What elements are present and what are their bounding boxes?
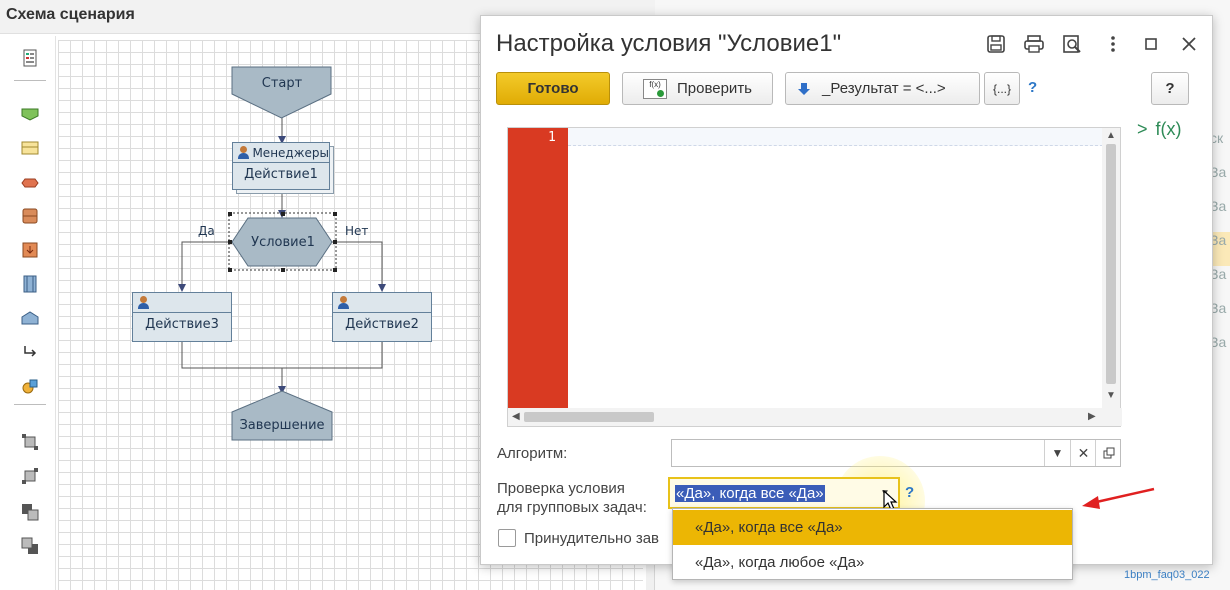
user-icon [337, 296, 350, 309]
background-row[interactable]: За [1210, 232, 1230, 266]
editor-vscroll-thumb[interactable] [1106, 144, 1116, 384]
editor-current-line[interactable] [568, 128, 1103, 146]
result-button[interactable]: _Результат = <...> [785, 72, 980, 105]
algorithm-open-icon[interactable] [1095, 440, 1121, 466]
arrow-down-icon [798, 82, 810, 95]
editor-vertical-scrollbar[interactable]: ▲ ▼ [1102, 128, 1120, 409]
background-row[interactable]: За [1210, 334, 1230, 368]
check-fx-icon: f(x) [642, 78, 667, 99]
action1-node[interactable]: Менеджеры Действие1 [232, 142, 330, 190]
maximize-icon[interactable] [1139, 32, 1163, 56]
check-button[interactable]: f(x) Проверить [622, 72, 773, 105]
code-editor[interactable]: 1 ▲ ▼ ◀ ▶ [507, 127, 1122, 427]
scroll-right-icon[interactable]: ▶ [1088, 411, 1096, 422]
action2-label: Действие2 [345, 316, 419, 332]
fx-label: f(x) [1155, 119, 1182, 139]
action3-label: Действие3 [145, 316, 219, 332]
edge-yes [178, 241, 232, 292]
editor-horizontal-scrollbar[interactable]: ◀ ▶ [508, 408, 1122, 426]
check-fx-icon-text: f(x) [649, 79, 661, 89]
chevron-right-icon: > [1137, 119, 1148, 139]
algorithm-label: Алгоритм: [497, 445, 568, 462]
toolbar-help-link[interactable]: ? [1028, 79, 1037, 96]
start-node-label: Старт [261, 75, 303, 91]
edge-action3-finish [181, 342, 283, 386]
help-button[interactable]: ? [1151, 72, 1189, 105]
result-button-label: _Результат = <...> [822, 80, 946, 97]
group-check-help-link[interactable]: ? [905, 484, 914, 501]
group-check-label-line2: для групповых задач: [497, 499, 647, 516]
group-check-selected-value: «Да», когда все «Да» [675, 485, 825, 502]
algorithm-clear-icon[interactable]: ✕ [1070, 440, 1096, 466]
scroll-left-icon[interactable]: ◀ [512, 411, 520, 422]
action1-label: Действие1 [244, 166, 318, 182]
dropdown-option-all-yes[interactable]: «Да», когда все «Да» [673, 510, 1072, 545]
editor-line-number: 1 [548, 130, 556, 145]
edge-action2-finish [282, 342, 383, 369]
edge-no [332, 241, 386, 292]
condition1-label: Условие1 [251, 234, 315, 250]
preview-icon[interactable] [1060, 32, 1084, 56]
background-row[interactable]: За [1210, 266, 1230, 300]
check-button-label: Проверить [676, 80, 752, 97]
edge-yes-label: Да [198, 224, 215, 238]
action3-node[interactable]: Действие3 [132, 292, 232, 342]
force-checkbox-label: Принудительно зав [524, 530, 660, 547]
background-row[interactable]: За [1210, 164, 1230, 198]
dropdown-option-any-yes[interactable]: «Да», когда любое «Да» [673, 545, 1072, 580]
editor-gutter [508, 128, 568, 409]
finish-node-label: Завершение [239, 417, 325, 433]
braces-button[interactable]: {...} [984, 72, 1020, 105]
more-menu-icon[interactable] [1101, 32, 1125, 56]
algorithm-dropdown-icon[interactable]: ▼ [1044, 440, 1070, 466]
done-button[interactable]: Готово [496, 72, 610, 105]
action3-header [133, 293, 231, 313]
red-pointer-arrow-icon [1082, 487, 1155, 509]
save-icon[interactable] [984, 32, 1008, 56]
action1-header: Менеджеры [233, 143, 329, 163]
dialog-title: Настройка условия "Условие1" [496, 30, 842, 57]
background-column-header: ск [1210, 130, 1224, 146]
scroll-up-icon[interactable]: ▲ [1106, 130, 1116, 141]
group-check-options-list: «Да», когда все «Да» «Да», когда любое «… [672, 508, 1073, 580]
watermark: 1bpm_faq03_022 [1124, 569, 1210, 581]
action2-header [333, 293, 431, 313]
edge-no-label: Нет [345, 224, 369, 238]
background-row[interactable]: За [1210, 198, 1230, 232]
action1-performer: Менеджеры [252, 145, 329, 160]
background-row[interactable]: За [1210, 300, 1230, 334]
user-icon [237, 146, 250, 159]
print-icon[interactable] [1022, 32, 1046, 56]
scroll-down-icon[interactable]: ▼ [1106, 390, 1116, 401]
fx-panel-toggle[interactable]: > f(x) [1137, 119, 1182, 140]
close-icon[interactable] [1177, 32, 1201, 56]
condition-settings-dialog: Настройка условия "Условие1" Готово f(x)… [480, 15, 1213, 565]
group-check-label-line1: Проверка условия [497, 480, 625, 497]
force-checkbox[interactable] [498, 529, 516, 547]
group-check-select[interactable]: «Да», когда все «Да» ▼ [668, 477, 900, 509]
action2-node[interactable]: Действие2 [332, 292, 432, 342]
editor-hscroll-thumb[interactable] [524, 412, 654, 422]
user-icon [137, 296, 150, 309]
